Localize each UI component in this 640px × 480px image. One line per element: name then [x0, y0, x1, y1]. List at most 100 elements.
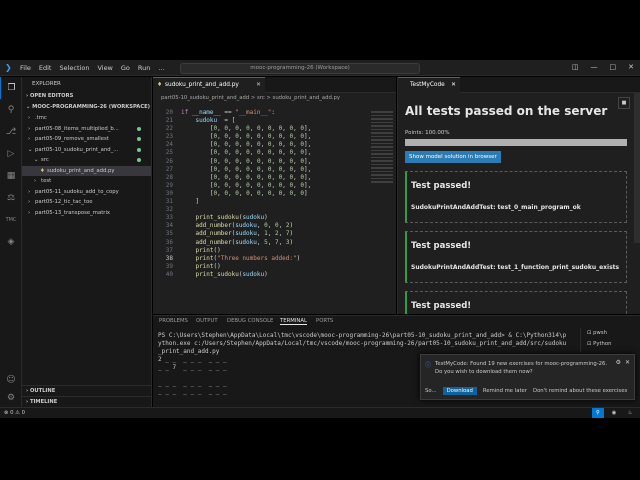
- menu-selection[interactable]: Selection: [59, 64, 89, 72]
- status-bar: ⊗ 0 ⚠ 0 ⚲ ◉ ♨: [0, 407, 640, 418]
- terminal-list: ⊡ pwsh ⊡ Python: [580, 328, 640, 352]
- tree-item[interactable]: › part05-08_items_multiplied_b...: [22, 124, 151, 135]
- menu-file[interactable]: File: [20, 64, 31, 72]
- tree-item[interactable]: › part05-11_sudoku_add_to_copy: [22, 187, 151, 198]
- code-line[interactable]: 21 sudoku = [: [153, 117, 396, 125]
- code-line[interactable]: 28 [0, 0, 0, 0, 0, 0, 0, 0, 0],: [153, 174, 396, 182]
- code-line[interactable]: 26 [0, 0, 0, 0, 0, 0, 0, 0, 0],: [153, 158, 396, 166]
- code-line[interactable]: 40 print_sudoku(sudoku): [153, 271, 396, 279]
- tmc-icon[interactable]: TMC: [0, 209, 22, 231]
- minimap[interactable]: [368, 109, 396, 314]
- problems-status[interactable]: ⊗ 0 ⚠ 0: [4, 408, 25, 418]
- breadcrumb[interactable]: part05-10_sudoku_print_and_add > src > s…: [153, 93, 396, 104]
- minimap-line: [371, 149, 393, 151]
- source-control-icon[interactable]: ⎇: [0, 121, 22, 143]
- notification-settings-icon[interactable]: ⚙: [616, 359, 621, 366]
- run-debug-icon[interactable]: ▷: [0, 143, 22, 165]
- tab-debug-console[interactable]: DEBUG CONSOLE: [227, 318, 273, 324]
- test-result-card: Test passed! SudokuPrintAndAddTest: test_…: [405, 171, 627, 223]
- copilot-icon[interactable]: ◉: [608, 408, 620, 418]
- source-action[interactable]: So...: [425, 388, 437, 394]
- code-line[interactable]: 39 print(): [153, 263, 396, 271]
- close-tab-icon[interactable]: ✕: [451, 78, 456, 93]
- terminal-pwsh[interactable]: ⊡ pwsh: [581, 328, 640, 339]
- line-code: [0, 0, 0, 0, 0, 0, 0, 0, 0],: [181, 149, 312, 157]
- minimap-line: [371, 139, 393, 141]
- test-result-card: Test passed! SudokuPrintAndAddTest: test_…: [405, 231, 627, 283]
- notification-close-icon[interactable]: ✕: [625, 359, 630, 366]
- command-center[interactable]: mooc-programming-26 (Workspace): [180, 63, 420, 74]
- code-line[interactable]: 35 add_number(sudoku, 1, 2, 7): [153, 230, 396, 238]
- tree-item[interactable]: › part05-13_transpose_matrix: [22, 208, 151, 219]
- code-line[interactable]: 30 [0, 0, 0, 0, 0, 0, 0, 0, 0]: [153, 190, 396, 198]
- code-line[interactable]: 34 add_number(sudoku, 0, 0, 2): [153, 222, 396, 230]
- layout-icon[interactable]: ◫: [572, 63, 579, 71]
- code-line[interactable]: 33 print_sudoku(sudoku): [153, 214, 396, 222]
- close-icon[interactable]: ✕: [628, 63, 634, 71]
- timeline-section[interactable]: › TIMELINE: [22, 396, 152, 407]
- notifications-bell-icon[interactable]: ♨: [624, 408, 636, 418]
- menu-edit[interactable]: Edit: [39, 64, 52, 72]
- tab-ports[interactable]: PORTS: [316, 318, 333, 324]
- code-line[interactable]: 22 [0, 0, 0, 0, 0, 0, 0, 0, 0],: [153, 125, 396, 133]
- extensions-icon[interactable]: ▦: [0, 165, 22, 187]
- line-number: 22: [165, 125, 173, 133]
- maximize-icon[interactable]: □: [610, 63, 617, 71]
- title-bar: ❯ File Edit Selection View Go Run … mooc…: [0, 60, 640, 76]
- remind-later-button[interactable]: Remind me later: [483, 388, 527, 394]
- code-line[interactable]: 23 [0, 0, 0, 0, 0, 0, 0, 0, 0],: [153, 133, 396, 141]
- dont-remind-button[interactable]: Don't remind about these exercises: [533, 388, 627, 394]
- tree-item[interactable]: › part05-12_tic_tac_toe: [22, 197, 151, 208]
- code-line[interactable]: 29 [0, 0, 0, 0, 0, 0, 0, 0, 0],: [153, 182, 396, 190]
- workspace-section[interactable]: ⌄ MOOC-PROGRAMMING-26 (WORKSPACE): [22, 102, 151, 113]
- code-line[interactable]: 20 if __name__ == "__main__":: [153, 109, 396, 117]
- minimize-icon[interactable]: —: [591, 63, 598, 71]
- code-line[interactable]: 38 print("Three numbers added:"): [153, 255, 396, 263]
- line-number: 35: [165, 230, 173, 238]
- tree-item-label: part05-09_remove_smallest: [35, 136, 109, 142]
- tree-item[interactable]: ♦ sudoku_print_and_add.py: [22, 165, 151, 176]
- scrollbar[interactable]: [634, 93, 640, 243]
- show-solution-button[interactable]: Show model solution in browser: [405, 151, 501, 163]
- editor-tab[interactable]: ♦ sudoku_print_and_add.py ✕: [153, 77, 265, 93]
- minimap-line: [371, 132, 393, 134]
- code-line[interactable]: 31 ]: [153, 198, 396, 206]
- close-tab-icon[interactable]: ✕: [256, 78, 261, 93]
- code-line[interactable]: 27 [0, 0, 0, 0, 0, 0, 0, 0, 0],: [153, 166, 396, 174]
- search-icon[interactable]: ⚲: [0, 99, 22, 121]
- code-area[interactable]: 20 if __name__ == "__main__": 21 sudoku = …: [153, 109, 396, 314]
- tree-item[interactable]: ⌄ src: [22, 155, 151, 166]
- terminal-python[interactable]: ⊡ Python: [581, 339, 640, 350]
- menu-go[interactable]: Go: [121, 64, 130, 72]
- tab-output[interactable]: OUTPUT: [196, 318, 218, 324]
- code-line[interactable]: 25 [0, 0, 0, 0, 0, 0, 0, 0, 0],: [153, 149, 396, 157]
- python-file-icon: ♦: [40, 167, 45, 174]
- tree-item[interactable]: › test: [22, 176, 151, 187]
- tab-problems[interactable]: PROBLEMS: [159, 318, 188, 324]
- code-line[interactable]: 37 print(): [153, 247, 396, 255]
- explorer-icon[interactable]: ❐: [0, 77, 22, 99]
- zoom-icon[interactable]: ⚲: [592, 408, 604, 418]
- tree-item[interactable]: › .tmc: [22, 113, 151, 124]
- open-editors-section[interactable]: › OPEN EDITORS: [22, 91, 151, 102]
- code-line[interactable]: 24 [0, 0, 0, 0, 0, 0, 0, 0, 0],: [153, 141, 396, 149]
- line-code: add_number(sudoku, 5, 7, 3): [195, 238, 294, 246]
- testmycode-tab[interactable]: TestMyCode ✕: [398, 77, 460, 93]
- test-result-card: Test passed!: [405, 291, 627, 314]
- menu-run[interactable]: Run: [138, 64, 150, 72]
- notification-actions: So... Download Remind me later Don't rem…: [425, 387, 627, 395]
- python-icon[interactable]: ◈: [0, 231, 22, 253]
- manage-gear-icon[interactable]: ⚙: [0, 387, 22, 409]
- download-button[interactable]: Download: [442, 387, 477, 395]
- outline-section[interactable]: › OUTLINE: [22, 385, 152, 396]
- menu-more[interactable]: …: [158, 64, 165, 72]
- code-line[interactable]: 32: [153, 206, 396, 214]
- menu-view[interactable]: View: [97, 64, 112, 72]
- tree-item[interactable]: ⌄ part05-10_sudoku_print_and_...: [22, 145, 151, 156]
- code-line[interactable]: 36 add_number(sudoku, 5, 7, 3): [153, 239, 396, 247]
- tree-item[interactable]: › part05-09_remove_smallest: [22, 134, 151, 145]
- minimap-line: [371, 111, 393, 113]
- minimap-line: [371, 163, 393, 165]
- testing-icon[interactable]: ⚖: [0, 187, 22, 209]
- tab-terminal[interactable]: TERMINAL: [280, 318, 307, 325]
